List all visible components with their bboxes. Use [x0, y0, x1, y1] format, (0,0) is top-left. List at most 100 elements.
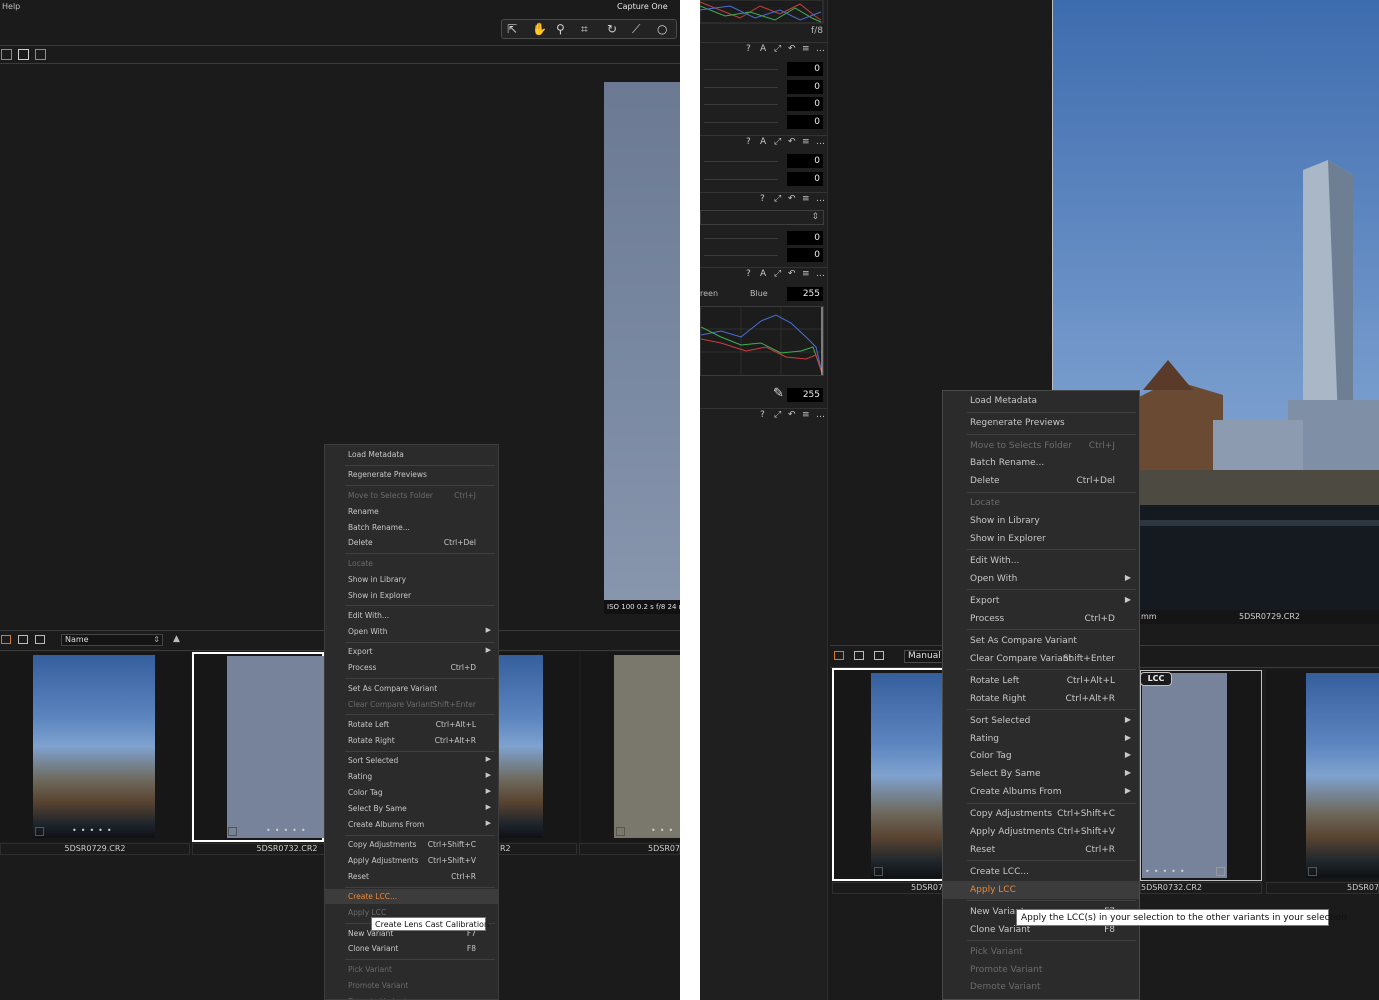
more-icon[interactable]: … [816, 410, 825, 420]
slider[interactable] [704, 255, 778, 256]
value-box[interactable]: 0 [787, 154, 823, 168]
menu-item-reset[interactable]: Reset Ctrl+R [943, 841, 1139, 859]
menu-item-regenerate-previews[interactable]: Regenerate Previews [943, 414, 1139, 432]
channel-tab[interactable]: Blue [750, 289, 768, 298]
browser-filmstrip-icon[interactable] [874, 651, 884, 660]
help-icon[interactable]: ? [746, 44, 751, 54]
menu-item-copy-adjustments[interactable]: Copy Adjustments Ctrl+Shift+C [943, 805, 1139, 823]
pan-icon[interactable]: ✋ [532, 22, 547, 36]
rating-dots[interactable]: ••• [651, 826, 677, 835]
value-box[interactable]: 0 [787, 172, 823, 186]
presets-icon[interactable]: ≡ [802, 194, 810, 204]
rating-dots[interactable]: ••••• [72, 826, 116, 835]
menu-item-show-in-explorer[interactable]: Show in Explorer [325, 588, 498, 603]
levels-high[interactable]: 255 [787, 287, 823, 301]
menu-item-rotate-left[interactable]: Rotate Left Ctrl+Alt+L [943, 672, 1139, 690]
menu-item-set-as-compare-variant[interactable]: Set As Compare Variant [325, 681, 498, 696]
menu-item-color-tag[interactable]: Color Tag ▶ [943, 747, 1139, 765]
menu-item-batch-rename[interactable]: Batch Rename... [943, 454, 1139, 472]
value-box[interactable]: 0 [787, 80, 823, 94]
menu-item-rating[interactable]: Rating ▶ [943, 730, 1139, 748]
presets-icon[interactable]: ≡ [802, 269, 810, 279]
value-box[interactable]: 0 [787, 231, 823, 245]
browser-filmstrip-icon[interactable] [35, 635, 45, 644]
help-icon[interactable]: ? [746, 269, 751, 279]
channel-tab[interactable]: reen [700, 289, 718, 298]
loupe-icon[interactable]: ⚲ [556, 22, 565, 36]
slider[interactable] [704, 238, 778, 239]
menu-item-export[interactable]: Export ▶ [325, 644, 498, 659]
menu-item-sort-selected[interactable]: Sort Selected ▶ [325, 753, 498, 768]
menu-item-edit-with[interactable]: Edit With... [943, 552, 1139, 570]
checkbox[interactable] [874, 867, 883, 876]
thumbnail-selected[interactable]: ••••• [192, 652, 324, 842]
menu-item-create-lcc[interactable]: Create LCC... [325, 889, 498, 905]
help-icon[interactable]: ? [760, 410, 765, 420]
menu-help[interactable]: Help [2, 2, 20, 11]
auto-icon[interactable]: A [760, 137, 766, 147]
menu-item-copy-adjustments[interactable]: Copy Adjustments Ctrl+Shift+C [325, 837, 498, 852]
checkbox[interactable] [616, 827, 625, 836]
checkbox[interactable] [228, 827, 237, 836]
menu-item-show-in-explorer[interactable]: Show in Explorer [943, 530, 1139, 548]
menu-item-select-by-same[interactable]: Select By Same ▶ [325, 801, 498, 816]
reset-icon[interactable]: ↶ [788, 137, 796, 147]
rating-dots[interactable]: ••••• [1145, 867, 1189, 876]
slider[interactable] [704, 87, 778, 88]
menu-item-create-albums-from[interactable]: Create Albums From ▶ [943, 783, 1139, 801]
menu-item-color-tag[interactable]: Color Tag ▶ [325, 785, 498, 800]
thumbnail-selected[interactable] [832, 668, 944, 881]
browser-list-icon[interactable] [18, 635, 28, 644]
menu-item-apply-lcc[interactable]: Apply LCC [943, 880, 1139, 899]
checkbox[interactable] [1308, 867, 1317, 876]
sort-select[interactable]: Name ⇕ [61, 634, 163, 646]
browser-list-icon[interactable] [854, 651, 864, 660]
spot-icon[interactable]: ○ [657, 22, 667, 36]
more-icon[interactable]: … [816, 44, 825, 54]
menu-item-open-with[interactable]: Open With ▶ [325, 624, 498, 639]
menu-item-show-in-library[interactable]: Show in Library [943, 512, 1139, 530]
thumbnail[interactable]: ••••• [0, 652, 190, 842]
value-box[interactable]: 0 [787, 115, 823, 129]
thumbnail[interactable]: ••••• [1140, 670, 1262, 881]
menu-item-reset[interactable]: Reset Ctrl+R [325, 869, 498, 884]
menu-item-create-lcc[interactable]: Create LCC... [943, 863, 1139, 881]
browser-grid-icon[interactable] [1, 635, 11, 644]
value-box[interactable]: 0 [787, 62, 823, 76]
auto-icon[interactable]: A [760, 44, 766, 54]
menu-item-apply-adjustments[interactable]: Apply Adjustments Ctrl+Shift+V [943, 823, 1139, 841]
menu-item-rating[interactable]: Rating ▶ [325, 769, 498, 784]
menu-item-delete[interactable]: Delete Ctrl+Del [943, 472, 1139, 490]
reset-icon[interactable]: ↶ [788, 194, 796, 204]
presets-icon[interactable]: ≡ [802, 44, 810, 54]
auto-icon[interactable]: A [760, 269, 766, 279]
reset-icon[interactable]: ↶ [788, 44, 796, 54]
value-box[interactable]: 0 [787, 248, 823, 262]
thumbnail[interactable] [499, 652, 579, 842]
slider[interactable] [704, 69, 778, 70]
expand-icon[interactable]: ⤢ [774, 194, 781, 204]
grid-view-icon[interactable] [1, 49, 12, 60]
menu-item-rotate-left[interactable]: Rotate Left Ctrl+Alt+L [325, 717, 498, 732]
browser-grid-icon[interactable] [834, 651, 844, 660]
multi-view-icon[interactable] [35, 49, 46, 60]
thumbnail[interactable]: ••• [581, 652, 680, 842]
menu-item-show-in-library[interactable]: Show in Library [325, 572, 498, 587]
menu-item-rename[interactable]: Rename [325, 504, 498, 519]
menu-item-edit-with[interactable]: Edit With... [325, 608, 498, 623]
slider[interactable] [704, 104, 778, 105]
thumbnail[interactable] [1266, 670, 1379, 881]
reset-icon[interactable]: ↶ [788, 410, 796, 420]
more-icon[interactable]: … [816, 194, 825, 204]
menu-item-process[interactable]: Process Ctrl+D [325, 660, 498, 675]
menu-item-sort-selected[interactable]: Sort Selected ▶ [943, 712, 1139, 730]
expand-icon[interactable]: ⤢ [774, 44, 781, 54]
rating-dots[interactable]: ••••• [266, 826, 310, 835]
menu-item-delete[interactable]: Delete Ctrl+Del [325, 535, 498, 550]
menu-item-open-with[interactable]: Open With ▶ [943, 570, 1139, 588]
value-box[interactable]: 0 [787, 97, 823, 111]
eyedropper-icon[interactable]: ✎ [773, 386, 784, 401]
more-icon[interactable]: … [816, 269, 825, 279]
checkbox[interactable] [35, 827, 44, 836]
menu-item-rotate-right[interactable]: Rotate Right Ctrl+Alt+R [943, 690, 1139, 708]
